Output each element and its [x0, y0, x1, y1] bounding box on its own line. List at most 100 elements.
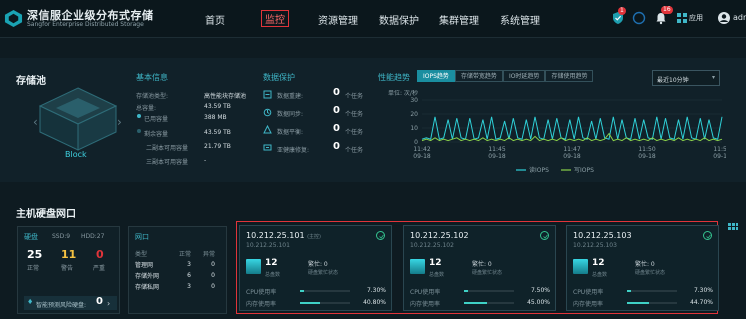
mem-bar [627, 302, 677, 304]
used-dot [137, 114, 141, 118]
mem-bar-fill [627, 302, 650, 304]
hard-disk-title: 硬盘 [24, 233, 38, 241]
nav-data-protection[interactable]: 数据保护 [379, 12, 419, 27]
tab-latency[interactable]: IO时延趋势 [502, 70, 546, 82]
rebuild-unit: 个任务 [345, 93, 364, 100]
mem-bar-fill [464, 302, 487, 304]
hdd-count: HDD:27 [81, 233, 105, 240]
host-ip: 10.212.25.103 [573, 231, 632, 240]
time-range-value: 最近10分钟 [657, 77, 689, 84]
prev-arrow-icon[interactable]: ‹ [33, 115, 38, 129]
cpu-bar [627, 290, 677, 292]
risk-more-icon[interactable]: › [107, 299, 110, 308]
app-root: 深信服企业级分布式存储 Sangfor Enterprise Distribut… [0, 0, 746, 319]
disk-warning-count: 11 [61, 248, 77, 261]
x-tick-label: 11:42 [413, 146, 430, 153]
mem-label: 内存使用率 [410, 301, 441, 308]
port-abnormal: 0 [211, 261, 215, 268]
three-replica-value: - [204, 157, 207, 164]
repair-unit: 个任务 [345, 147, 364, 154]
time-range-select[interactable]: 最近10分钟 ▾ [652, 70, 720, 86]
brand-subtitle: Sangfor Enterprise Distributed Storage [27, 21, 144, 28]
sync-icon [263, 108, 272, 117]
user-name[interactable]: adr [733, 13, 746, 22]
ports-table: 类型 正常 异常 管理网 3 0 存储外网 6 0 存储私网 3 0 [132, 248, 218, 292]
legend-label: 读IOPS [529, 166, 549, 174]
sangfor-logo-icon [4, 9, 23, 28]
check-circle-icon [376, 231, 385, 240]
ports-header-abnormal: 异常 [202, 251, 215, 258]
next-arrow-icon[interactable]: › [117, 115, 122, 129]
rebuild-label: 数据重建: [277, 93, 304, 100]
ssd-count: SSD:9 [52, 233, 71, 240]
check-circle-icon [703, 231, 712, 240]
pool-type-label: 存储池类型: [136, 93, 169, 100]
host-card[interactable]: 10.212.25.101 (主控) 10.212.25.101 12 总盘数 … [239, 225, 392, 311]
performance-tabs: IOPS趋势 存储带宽趋势 IO时延趋势 存储使用趋势 [417, 70, 594, 82]
host-disk-count-label: 总盘数 [429, 272, 445, 278]
rebuild-count: 0 [333, 87, 340, 98]
disk-normal-count: 25 [27, 248, 43, 261]
y-tick-label: 30 [410, 97, 418, 104]
cpu-value: 7.30% [693, 287, 713, 294]
mem-label: 内存使用率 [246, 301, 277, 308]
free-capacity-value: 43.59 TB [204, 129, 231, 136]
free-dot [137, 129, 141, 133]
cpu-value: 7.50% [530, 287, 550, 294]
host-card[interactable]: 10.212.25.103 10.212.25.103 12 总盘数 繁忙: 0… [566, 225, 719, 311]
shield-badge: 1 [618, 7, 626, 15]
check-circle-icon [540, 231, 549, 240]
nav-home[interactable]: 首页 [205, 12, 225, 27]
x-tick-label: 11:52 [713, 146, 726, 153]
mem-bar [464, 302, 514, 304]
host-ip-text: 10.212.25.101 [246, 231, 305, 240]
port-type: 存储私网 [135, 284, 160, 291]
x-tick-date: 09-18 [413, 153, 431, 160]
disk-icon [246, 259, 261, 274]
performance-title: 性能趋势 [378, 73, 410, 82]
host-disk-count-label: 总盘数 [592, 272, 608, 278]
y-axis-label: 单位: 次/秒 [388, 90, 418, 97]
apps-grid-icon[interactable] [675, 11, 689, 25]
tab-bandwidth[interactable]: 存储带宽趋势 [454, 70, 503, 82]
sync-count: 0 [333, 105, 340, 116]
tab-usage[interactable]: 存储使用趋势 [545, 70, 594, 82]
y-tick-label: 20 [410, 111, 418, 118]
repair-icon [263, 144, 272, 151]
port-normal: 3 [187, 283, 191, 290]
ports-header-type: 类型 [135, 251, 148, 258]
host-disk-count: 12 [592, 258, 605, 268]
host-ip: 10.212.25.101 (主控) [246, 231, 321, 240]
basic-info-title: 基本信息 [136, 73, 168, 82]
cpu-label: CPU使用率 [410, 289, 441, 296]
iops-chart-svg: 单位: 次/秒010203011:4209-1811:4509-1811:470… [388, 89, 731, 174]
cpu-bar [464, 290, 514, 292]
host-ip-text: 10.212.25.103 [573, 231, 632, 240]
nav-system[interactable]: 系统管理 [500, 12, 540, 27]
port-abnormal: 0 [211, 272, 215, 279]
nav-cluster[interactable]: 集群管理 [439, 12, 479, 27]
tab-iops[interactable]: IOPS趋势 [417, 70, 455, 82]
host-ip: 10.212.25.102 [410, 231, 469, 240]
two-replica-value: 21.79 TB [204, 143, 231, 150]
grid-view-icon[interactable] [727, 222, 739, 234]
iops-chart: 单位: 次/秒 0 10 20 30 11:42 09-18 11:45 09-18 11:47 0… [386, 89, 731, 182]
repair-count: 0 [333, 141, 340, 152]
cpu-label: CPU使用率 [573, 289, 604, 296]
legend-label: 写IOPS [574, 167, 594, 174]
used-capacity-label: 已用容量 [144, 116, 169, 123]
sync-label: 数据同步: [277, 111, 304, 118]
circle-status-icon[interactable] [632, 11, 646, 25]
port-type: 存储外网 [135, 273, 160, 280]
nav-resource[interactable]: 资源管理 [318, 12, 358, 27]
host-ip-sub: 10.212.25.101 [246, 242, 290, 249]
user-avatar-icon[interactable] [717, 11, 731, 25]
apps-label[interactable]: 应用 [689, 13, 703, 23]
mem-value: 44.70% [690, 299, 713, 306]
balance-count: 0 [333, 123, 340, 134]
host-ip-text: 10.212.25.102 [410, 231, 469, 240]
host-card[interactable]: 10.212.25.102 10.212.25.102 12 总盘数 繁忙: 0… [403, 225, 556, 311]
total-capacity-label: 总容量: [136, 105, 157, 112]
nav-monitor[interactable]: 监控 [261, 10, 289, 27]
host-busy: 繁忙: 0 [472, 261, 492, 268]
